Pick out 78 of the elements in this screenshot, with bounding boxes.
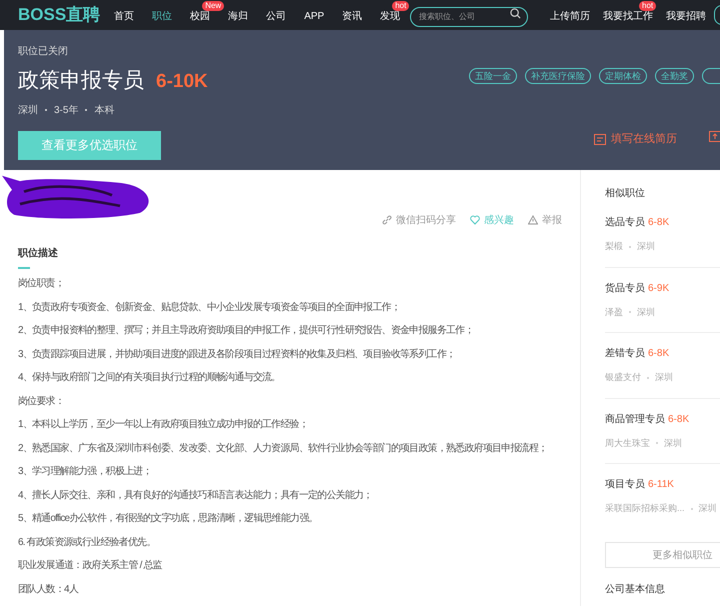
nav-link[interactable]: APP — [304, 11, 324, 22]
job-link[interactable]: 货品专员 — [605, 280, 645, 296]
nav-link[interactable]: 我要找工作 — [603, 11, 653, 22]
job-salary: 6-8K — [648, 216, 670, 230]
search-icon[interactable] — [510, 8, 522, 18]
description-line: 2、负责申报资料的整理、撰写；并且主导政府资助项目的申报工作，提供可行性研究报告、资金申报服务工作； — [18, 324, 475, 337]
benefit-tag: 补充医疗保险 — [525, 68, 591, 84]
benefit-tag — [702, 68, 720, 84]
nav-link[interactable]: 资讯 — [342, 11, 362, 22]
description-line: 1、负责政府专项资金、创新资金、贴息贷款、中小企业发展专项资金等项目的全面申报工作； — [18, 300, 401, 314]
job-city: 深圳 — [637, 306, 655, 318]
job-status: 职位已关闭 — [18, 44, 69, 59]
company-name: 银盛支付 — [605, 371, 641, 384]
dot-separator — [647, 376, 649, 379]
description-line: 4、保持与政府部门之间的有关项目执行过程的顺畅沟通与交流。 — [18, 371, 282, 384]
nav-link[interactable]: 职位 — [152, 11, 172, 22]
benefit-tag: 五险一金 — [469, 68, 517, 84]
warning-icon — [528, 215, 538, 225]
description-line: 6. 有政策资源或行业经验者优先。 — [18, 536, 157, 548]
job-link[interactable]: 商品管理专员 — [605, 412, 665, 426]
nav-link[interactable]: 发现 — [380, 11, 400, 22]
description-line: 岗位要求： — [18, 394, 66, 408]
dot-separator — [629, 311, 631, 314]
job-link[interactable]: 选品专员 — [605, 215, 645, 230]
section-heading: 职位描述 — [18, 246, 59, 261]
benefit-tag: 定期体检 — [599, 68, 647, 84]
description-line: 职业发展通道：政府关系主管 / 总监 — [18, 559, 164, 572]
job-city: 深圳 — [655, 371, 673, 384]
job-salary: 6-11K — [648, 478, 674, 492]
job-salary: 6-9K — [648, 282, 670, 296]
hot-badge: hot — [392, 1, 410, 11]
description-line: 5、精通office办公软件，有很强的文字功底，思路清晰，逻辑思维能力强。 — [18, 512, 319, 525]
description-line: 2、熟悉国家、广东省及深圳市科创委、发改委、文化部、人力资源局、软件行业协会等部门的项目政策，熟悉政府项目申报流程； — [18, 442, 548, 454]
job-city: 深圳 — [637, 240, 655, 253]
description-line: 1、本科以上学历，至少一年以上有政府项目独立成功申报的工作经验； — [18, 418, 309, 431]
job-meta: 本科 — [94, 104, 114, 118]
description-line: 岗位职责； — [18, 277, 66, 290]
company-name: 梨椴 — [605, 240, 623, 253]
job-salary: 6-8K — [668, 412, 690, 426]
benefit-tag: 全勤奖 — [655, 68, 694, 84]
dot-separator — [85, 109, 88, 111]
nav-link[interactable]: 校园 — [190, 11, 210, 22]
job-meta: 3-5年 — [54, 104, 78, 118]
search-field[interactable]: 搜索职位、公司 — [410, 6, 528, 26]
job-salary: 6-10K — [156, 70, 208, 94]
job-link[interactable]: 项目专员 — [605, 477, 645, 492]
site-logo[interactable]: BOSS直聘 — [18, 2, 100, 28]
nav-link[interactable]: 我要招聘 — [666, 11, 706, 22]
link-icon — [382, 215, 392, 225]
job-salary: 6-8K — [648, 347, 670, 361]
job-link[interactable]: 差错专员 — [605, 346, 645, 361]
company-name: 采联国际招标采购... — [605, 502, 685, 515]
description-line: 4、擅长人际交往、亲和，具有良好的沟通技巧和语言表达能力；具有一定的公关能力； — [18, 488, 374, 502]
dot-separator — [690, 508, 693, 510]
nav-link[interactable]: 首页 — [114, 11, 134, 22]
nav-link[interactable]: 上传简历 — [550, 11, 590, 22]
company-name: 周大生珠宝 — [605, 436, 650, 450]
dot-separator — [45, 109, 47, 111]
hot-badge: hot — [639, 1, 656, 11]
form-icon — [594, 134, 606, 145]
hot-badge: New — [202, 1, 224, 11]
job-title: 政策申报专员 — [18, 68, 144, 94]
heading-underline — [18, 267, 30, 269]
dot-separator — [629, 246, 631, 248]
dot-separator — [656, 442, 658, 444]
nav-link[interactable]: 海归 — [228, 11, 248, 22]
job-city: 深圳 — [698, 502, 717, 515]
job-meta: 深圳 — [18, 104, 38, 118]
nav-link[interactable]: 公司 — [266, 11, 286, 22]
company-name: 泽盈 — [605, 306, 623, 318]
upload-icon[interactable] — [709, 131, 720, 142]
sidebar-heading: 公司基本信息 — [605, 582, 666, 597]
description-line: 3、负责跟踪项目进展，并协助项目进度的跟进及各阶段项目过程资料的收集及归档、项目验收等系列工作； — [18, 348, 456, 360]
description-line: 团队人数：4人 — [18, 582, 80, 596]
description-line: 3、学习理解能力强，积极上进； — [18, 465, 153, 478]
heart-icon — [470, 215, 480, 225]
sidebar-heading: 相似职位 — [605, 186, 646, 201]
job-city: 深圳 — [664, 436, 682, 450]
